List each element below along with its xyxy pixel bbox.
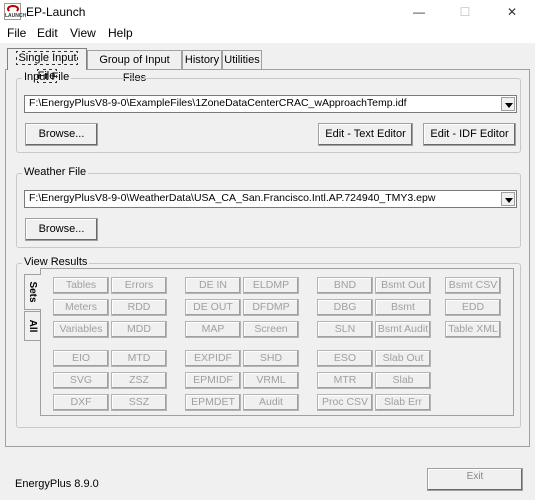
- chevron-down-icon[interactable]: [501, 192, 515, 206]
- browse-input-button[interactable]: Browse...: [25, 123, 98, 146]
- result-mtr-button[interactable]: MTR: [317, 372, 373, 389]
- result-map-button[interactable]: MAP: [185, 321, 241, 338]
- maximize-button[interactable]: ☐: [442, 0, 488, 24]
- status-version: EnergyPlus 8.9.0: [15, 478, 99, 490]
- result-shd-button[interactable]: SHD: [243, 350, 299, 367]
- result-dxf-button[interactable]: DXF: [53, 394, 109, 411]
- result-screen-button[interactable]: Screen: [243, 321, 299, 338]
- title-bar: LAUNCH EP-Launch — ☐ ✕: [0, 0, 535, 24]
- weather-file-label: Weather File: [22, 166, 89, 178]
- result-eio-button[interactable]: EIO: [53, 350, 109, 367]
- result-eso-button[interactable]: ESO: [317, 350, 373, 367]
- result-audit-button[interactable]: Audit: [243, 394, 299, 411]
- result-variables-button[interactable]: Variables: [53, 321, 109, 338]
- tab-single-input-file[interactable]: Single Input File: [7, 48, 87, 83]
- exit-button[interactable]: Exit: [427, 468, 523, 491]
- result-bnd-button[interactable]: BND: [317, 277, 373, 294]
- result-dbg-button[interactable]: DBG: [317, 299, 373, 316]
- result-vrml-button[interactable]: VRML: [243, 372, 299, 389]
- result-slab-err-button[interactable]: Slab Err: [375, 394, 431, 411]
- input-file-path: F:\EnergyPlusV8-9-0\ExampleFiles\1ZoneDa…: [29, 97, 407, 109]
- menu-help[interactable]: Help: [108, 26, 133, 40]
- tab-group-of-input-files[interactable]: Group of Input Files: [87, 50, 182, 84]
- result-table-xml-button[interactable]: Table XML: [445, 321, 501, 338]
- result-errors-button[interactable]: Errors: [111, 277, 167, 294]
- all-tab-label: All: [27, 319, 38, 333]
- view-results-label: View Results: [22, 256, 90, 268]
- result-de-in-button[interactable]: DE IN: [185, 277, 241, 294]
- result-bsmt-csv-button[interactable]: Bsmt CSV: [445, 277, 501, 294]
- result-slab-button[interactable]: Slab: [375, 372, 431, 389]
- result-bsmt-button[interactable]: Bsmt: [375, 299, 431, 316]
- input-file-combo[interactable]: F:\EnergyPlusV8-9-0\ExampleFiles\1ZoneDa…: [24, 95, 517, 113]
- window-title: EP-Launch: [26, 5, 86, 19]
- result-rdd-button[interactable]: RDD: [111, 299, 167, 316]
- tab-history[interactable]: History: [182, 50, 222, 70]
- result-meters-button[interactable]: Meters: [53, 299, 109, 316]
- result-proc-csv-button[interactable]: Proc CSV: [317, 394, 373, 411]
- menu-view[interactable]: View: [70, 26, 96, 40]
- result-eldmp-button[interactable]: ELDMP: [243, 277, 299, 294]
- ep-launch-app-icon: LAUNCH: [4, 3, 27, 20]
- result-svg-button[interactable]: SVG: [53, 372, 109, 389]
- weather-file-path: F:\EnergyPlusV8-9-0\WeatherData\USA_CA_S…: [29, 192, 436, 204]
- tab-utilities[interactable]: Utilities: [222, 50, 262, 70]
- result-epmidf-button[interactable]: EPMIDF: [185, 372, 241, 389]
- result-mtd-button[interactable]: MTD: [111, 350, 167, 367]
- result-sln-button[interactable]: SLN: [317, 321, 373, 338]
- result-de-out-button[interactable]: DE OUT: [185, 299, 241, 316]
- app-icon-label: LAUNCH: [5, 13, 27, 19]
- result-zsz-button[interactable]: ZSZ: [111, 372, 167, 389]
- menu-edit[interactable]: Edit: [37, 26, 58, 40]
- result-mdd-button[interactable]: MDD: [111, 321, 167, 338]
- tab-all[interactable]: All: [24, 311, 41, 341]
- result-tables-button[interactable]: Tables: [53, 277, 109, 294]
- weather-file-combo[interactable]: F:\EnergyPlusV8-9-0\WeatherData\USA_CA_S…: [24, 190, 517, 208]
- menu-file[interactable]: File: [7, 26, 26, 40]
- chevron-down-icon[interactable]: [501, 97, 515, 111]
- close-button[interactable]: ✕: [489, 0, 535, 24]
- result-slab-out-button[interactable]: Slab Out: [375, 350, 431, 367]
- result-epmdet-button[interactable]: EPMDET: [185, 394, 241, 411]
- result-expidf-button[interactable]: EXPIDF: [185, 350, 241, 367]
- menu-bar: File Edit View Help: [0, 24, 535, 43]
- result-ssz-button[interactable]: SSZ: [111, 394, 167, 411]
- result-dfdmp-button[interactable]: DFDMP: [243, 299, 299, 316]
- edit-text-editor-button[interactable]: Edit - Text Editor: [318, 123, 413, 146]
- browse-weather-button[interactable]: Browse...: [25, 218, 98, 241]
- sets-tab-label: Sets: [27, 281, 38, 303]
- result-bsmt-audit-button[interactable]: Bsmt Audit: [375, 321, 431, 338]
- minimize-button[interactable]: —: [396, 0, 442, 24]
- tab-sets[interactable]: Sets: [24, 274, 41, 310]
- result-edd-button[interactable]: EDD: [445, 299, 501, 316]
- edit-idf-editor-button[interactable]: Edit - IDF Editor: [423, 123, 516, 146]
- result-bsmt-out-button[interactable]: Bsmt Out: [375, 277, 431, 294]
